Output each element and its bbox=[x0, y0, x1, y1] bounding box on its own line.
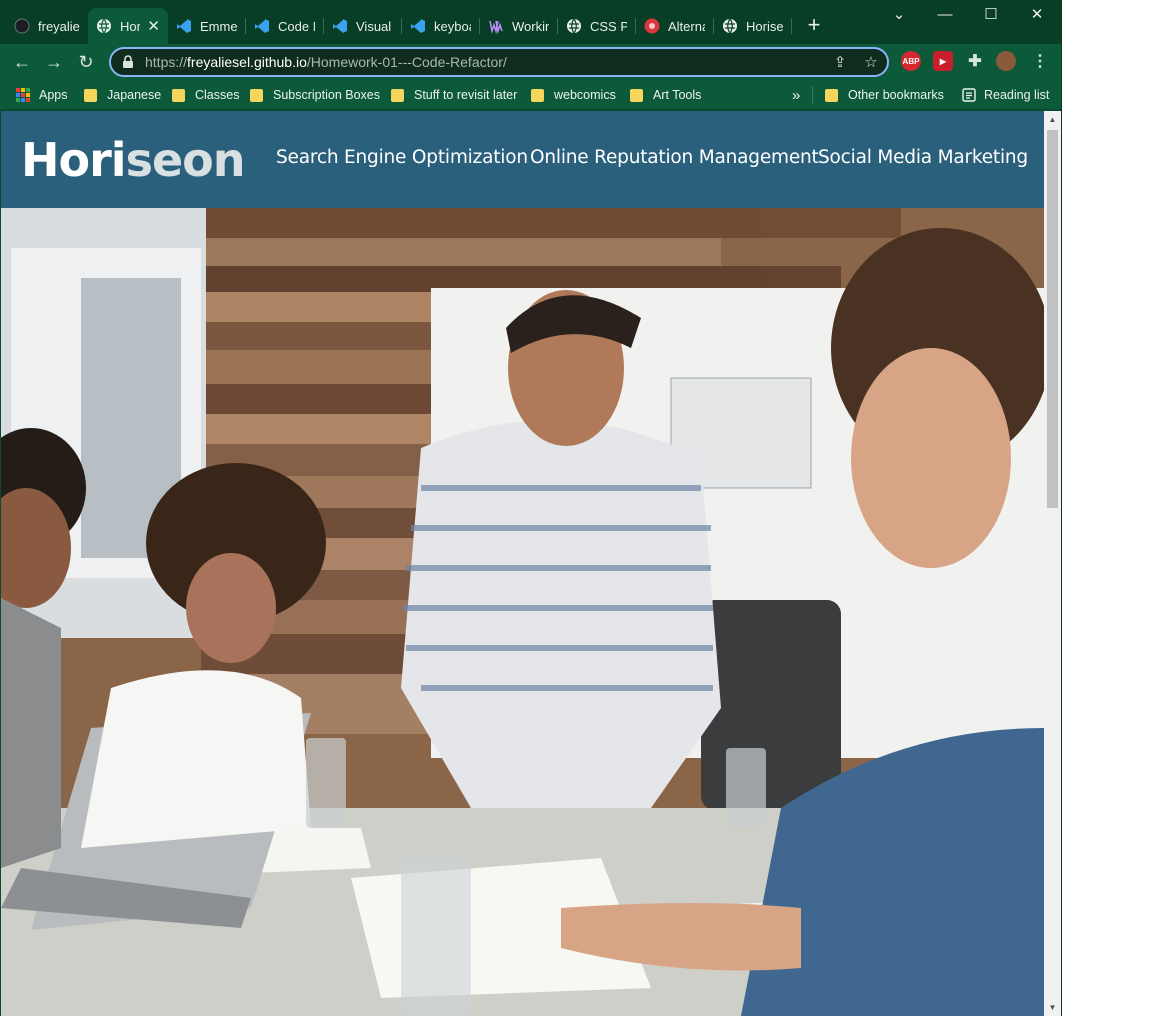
adblock-icon[interactable]: ABP bbox=[901, 51, 921, 71]
back-icon[interactable]: ← bbox=[8, 48, 36, 76]
tab-working[interactable]: Working with the DOM bbox=[480, 8, 557, 44]
url-text[interactable]: https://freyaliesel.github.io/Homework-0… bbox=[145, 54, 507, 70]
tab-title: Emmet bbox=[200, 18, 237, 34]
nav-online-reputation-management[interactable]: Online Reputation Management bbox=[530, 147, 819, 168]
globe-icon bbox=[96, 18, 112, 34]
tab-alternative[interactable]: Alternative bbox=[636, 8, 713, 44]
site-logo[interactable]: Horiseon bbox=[21, 133, 245, 187]
tab-title: Visual Studio Code bbox=[356, 18, 393, 34]
folder-icon bbox=[531, 88, 544, 102]
bookmarks-overflow-icon[interactable]: » bbox=[792, 85, 800, 105]
tab-visual-studio-code[interactable]: Visual Studio Code bbox=[324, 8, 401, 44]
extensions-icon[interactable]: ✚ bbox=[965, 51, 985, 71]
globe-icon bbox=[722, 18, 738, 34]
page-scrollbar[interactable]: ▲ ▼ bbox=[1044, 111, 1061, 1016]
bookmarks-divider bbox=[812, 86, 813, 104]
tab-keyboard[interactable]: keyboard shortcuts bbox=[402, 8, 479, 44]
video-extension-icon[interactable]: ▶ bbox=[933, 51, 953, 71]
folder-icon bbox=[630, 88, 643, 102]
new-tab-button[interactable]: + bbox=[802, 14, 826, 38]
folder-icon bbox=[825, 88, 838, 102]
caniuse-icon bbox=[644, 18, 660, 34]
tab-horiseon[interactable]: Horiseon bbox=[714, 8, 791, 44]
scrollbar-thumb[interactable] bbox=[1047, 130, 1058, 508]
folder-icon bbox=[172, 88, 185, 102]
nav-social-media-marketing[interactable]: Social Media Marketing bbox=[818, 147, 1028, 168]
tab-github[interactable]: freyaliesel/Homework-01 bbox=[6, 8, 88, 44]
globe-icon bbox=[566, 18, 582, 34]
bookmark-folder[interactable]: Stuff to revisit later bbox=[391, 85, 517, 105]
tab-css-positioning[interactable]: CSS Positioning bbox=[558, 8, 635, 44]
tab-horiseon-active[interactable]: Horiseon ✕ bbox=[88, 8, 168, 44]
tab-emmet[interactable]: Emmet bbox=[168, 8, 245, 44]
forward-icon[interactable]: → bbox=[40, 48, 68, 76]
bookmark-folder[interactable]: Classes bbox=[172, 85, 239, 105]
tab-title: Horiseon bbox=[746, 18, 783, 34]
maximize-icon[interactable]: ☐ bbox=[968, 4, 1014, 28]
tab-code-navigation[interactable]: Code Navigation bbox=[246, 8, 323, 44]
vscode-icon bbox=[176, 18, 192, 34]
page-viewport: Horiseon Search Engine Optimization Onli… bbox=[1, 111, 1044, 1016]
tab-title: Horiseon bbox=[120, 18, 140, 34]
bookmark-folder[interactable]: Art Tools bbox=[630, 85, 701, 105]
minimize-icon[interactable]: — bbox=[922, 4, 968, 28]
reload-icon[interactable]: ↻ bbox=[72, 48, 100, 76]
apps-icon bbox=[16, 88, 30, 102]
scroll-down-icon[interactable]: ▼ bbox=[1044, 999, 1061, 1016]
tab-title: keyboard shortcuts bbox=[434, 18, 471, 34]
bookmark-folder[interactable]: Subscription Boxes bbox=[250, 85, 380, 105]
tab-search-icon[interactable]: ⌄ bbox=[876, 4, 922, 28]
menu-icon[interactable]: ⋮ bbox=[1030, 51, 1050, 71]
github-icon bbox=[14, 18, 30, 34]
site-header: Horiseon Search Engine Optimization Onli… bbox=[1, 111, 1044, 208]
bookmarks-bar: Apps Japanese Classes Subscription Boxes… bbox=[0, 80, 1061, 110]
tab-title: CSS Positioning bbox=[590, 18, 627, 34]
nav-search-engine-optimization[interactable]: Search Engine Optimization bbox=[276, 147, 528, 168]
tab-title: freyaliesel/Homework-01 bbox=[38, 18, 80, 34]
tab-title: Code Navigation bbox=[278, 18, 315, 34]
tab-title: Working with the DOM bbox=[512, 18, 549, 34]
vscode-icon bbox=[254, 18, 270, 34]
working-icon bbox=[488, 18, 504, 34]
avatar[interactable] bbox=[996, 51, 1016, 71]
tab-title: Alternative bbox=[668, 18, 705, 34]
reading-list-button[interactable]: Reading list bbox=[962, 85, 1049, 105]
folder-icon bbox=[84, 88, 97, 102]
browser-toolbar: ← → ↻ https://freyaliesel.github.io/Home… bbox=[0, 44, 1061, 80]
scroll-up-icon[interactable]: ▲ bbox=[1044, 111, 1061, 128]
folder-icon bbox=[250, 88, 263, 102]
bookmark-star-icon[interactable]: ☆ bbox=[862, 54, 880, 72]
hero-image bbox=[1, 208, 1044, 1016]
tab-strip: freyaliesel/Homework-01 Horiseon ✕ Emmet… bbox=[0, 0, 1061, 44]
share-icon[interactable]: ⇪ bbox=[831, 54, 849, 72]
close-window-icon[interactable]: ✕ bbox=[1014, 4, 1060, 28]
vscode-icon bbox=[410, 18, 426, 34]
lock-icon bbox=[123, 55, 133, 68]
address-bar[interactable]: https://freyaliesel.github.io/Homework-0… bbox=[109, 47, 889, 77]
vscode-icon bbox=[332, 18, 348, 34]
reading-list-icon bbox=[962, 88, 976, 102]
bookmark-folder[interactable]: webcomics bbox=[531, 85, 616, 105]
bookmark-folder[interactable]: Japanese bbox=[84, 85, 161, 105]
bookmark-other[interactable]: Other bookmarks bbox=[825, 85, 944, 105]
hero-photo-illustration bbox=[1, 208, 1044, 1016]
bookmark-apps[interactable]: Apps bbox=[16, 85, 68, 105]
folder-icon bbox=[391, 88, 404, 102]
browser-window: freyaliesel/Homework-01 Horiseon ✕ Emmet… bbox=[0, 0, 1062, 1016]
close-tab-icon[interactable]: ✕ bbox=[143, 17, 160, 35]
